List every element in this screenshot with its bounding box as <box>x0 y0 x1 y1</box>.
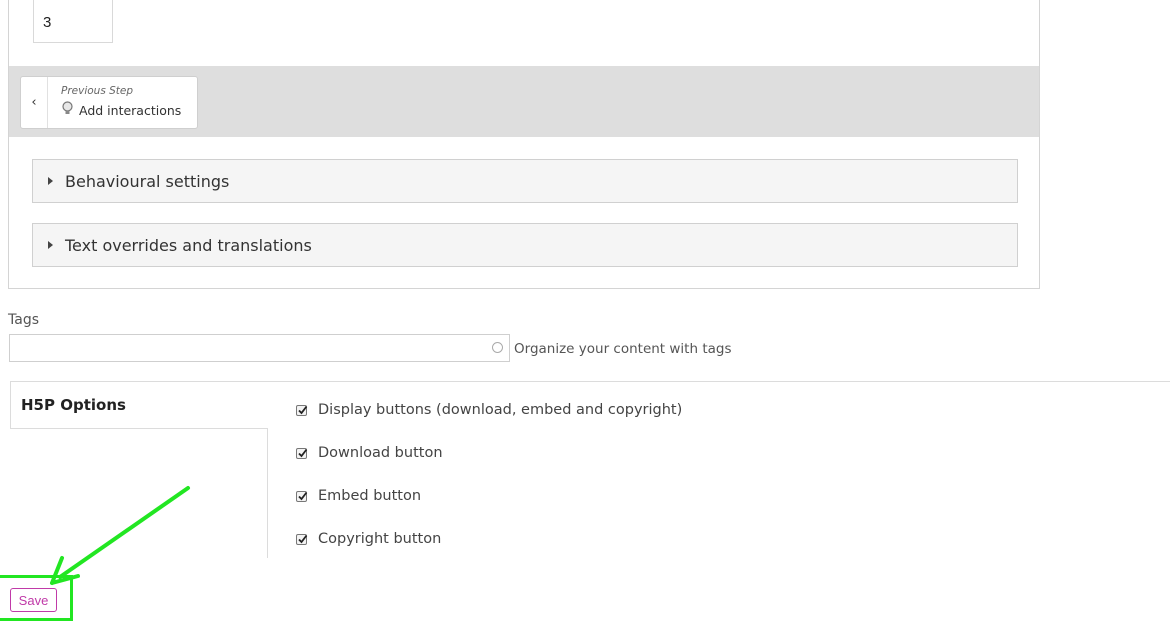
option-download-button[interactable]: Download button <box>296 445 443 461</box>
text-overrides-toggle[interactable]: Text overrides and translations <box>32 223 1018 267</box>
options-top-border <box>268 381 1170 382</box>
checkbox-checked[interactable] <box>296 490 308 502</box>
section-label: Text overrides and translations <box>65 235 312 255</box>
previous-step-caption: Previous Step <box>61 85 134 97</box>
number-field[interactable]: 3 <box>33 0 113 43</box>
tab-h5p-options[interactable]: H5P Options <box>10 381 268 429</box>
option-label: Embed button <box>318 488 422 504</box>
previous-step-button[interactable]: ‹ Previous Step Add interactions <box>20 76 198 129</box>
check-icon <box>298 448 308 457</box>
option-label: Copyright button <box>318 531 442 547</box>
checkbox-checked[interactable] <box>296 404 308 416</box>
option-embed-button[interactable]: Embed button <box>296 488 421 504</box>
check-icon <box>298 491 308 500</box>
checkbox-checked[interactable] <box>296 533 308 545</box>
save-button[interactable]: Save <box>10 588 57 612</box>
tags-label: Tags <box>8 312 39 328</box>
h5p-options-title: H5P Options <box>21 396 126 414</box>
tags-input[interactable] <box>9 334 510 362</box>
option-copyright-button[interactable]: Copyright button <box>296 531 441 547</box>
behavioural-settings-toggle[interactable]: Behavioural settings <box>32 159 1018 203</box>
previous-step-label: Add interactions <box>79 103 182 118</box>
caret-right-icon <box>48 241 53 249</box>
check-icon <box>298 534 308 543</box>
section-label: Behavioural settings <box>65 171 230 191</box>
caret-right-icon <box>48 177 53 185</box>
option-display-buttons[interactable]: Display buttons (download, embed and cop… <box>296 402 682 418</box>
option-label: Download button <box>318 445 443 461</box>
loading-spinner-icon <box>492 342 503 353</box>
checkbox-checked[interactable] <box>296 447 308 459</box>
option-label: Display buttons (download, embed and cop… <box>318 402 683 418</box>
tags-hint: Organize your content with tags <box>514 341 732 357</box>
annotation-arrow-icon <box>50 486 190 585</box>
tab-divider <box>10 428 268 429</box>
check-icon <box>298 405 308 414</box>
chevron-left-icon: ‹ <box>21 77 48 128</box>
lightbulb-icon <box>62 101 73 114</box>
options-vertical-divider <box>267 429 268 558</box>
